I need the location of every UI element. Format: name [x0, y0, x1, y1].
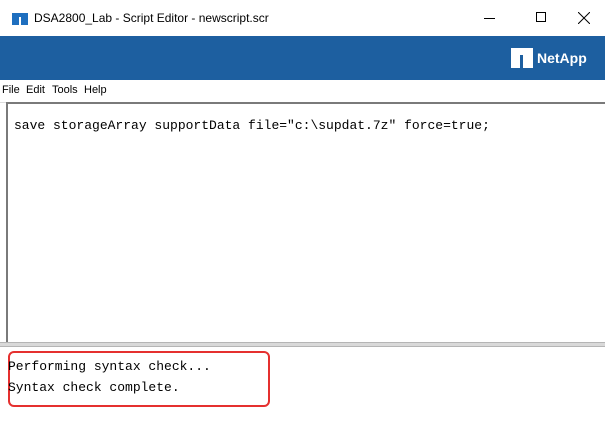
script-editor[interactable]: save storageArray supportData file="c:\s… [6, 102, 605, 342]
window-title: DSA2800_Lab - Script Editor - newscript.… [34, 11, 269, 25]
netapp-logo-icon [511, 48, 533, 68]
script-text: save storageArray supportData file="c:\s… [14, 118, 490, 133]
menu-help[interactable]: Help [84, 84, 107, 96]
output-line: Performing syntax check... [8, 359, 211, 374]
brand-bar: NetApp [0, 36, 605, 80]
menu-bar: File Edit Tools Help [0, 80, 605, 103]
menu-tools[interactable]: Tools [52, 84, 78, 96]
maximize-button[interactable] [521, 0, 565, 36]
output-pane: Performing syntax check... Syntax check … [6, 347, 605, 423]
minimize-button[interactable] [467, 0, 511, 36]
close-button[interactable] [565, 0, 605, 36]
menu-edit[interactable]: Edit [26, 84, 45, 96]
app-icon [12, 13, 28, 25]
minimize-icon [484, 18, 495, 19]
netapp-logo-text: NetApp [537, 50, 587, 66]
netapp-logo: NetApp [511, 48, 595, 70]
output-line: Syntax check complete. [8, 380, 180, 395]
menu-file[interactable]: File [2, 84, 20, 96]
title-bar: DSA2800_Lab - Script Editor - newscript.… [0, 0, 605, 36]
close-icon [578, 12, 590, 24]
maximize-icon [536, 12, 546, 22]
